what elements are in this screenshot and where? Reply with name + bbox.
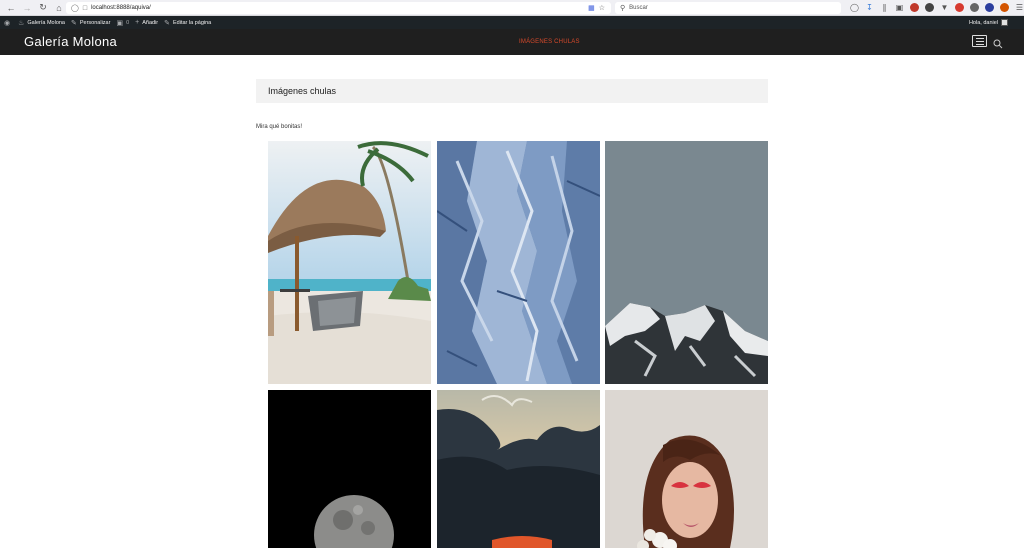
extension-red2-icon[interactable] [955, 3, 964, 12]
sidebar-icon[interactable]: ▣ [895, 3, 904, 12]
shield-icon: ◯ [71, 5, 79, 12]
wordpress-logo-icon[interactable]: ◉ [4, 19, 10, 27]
extension-v-icon[interactable]: ▼ [940, 3, 949, 12]
forward-icon[interactable]: → [20, 1, 34, 15]
bookmark-star-icon[interactable]: ☆ [599, 4, 605, 12]
admin-bar-comments[interactable]: ▣ 0 [116, 19, 129, 27]
admin-bar-edit-page[interactable]: ✎ Editar la página [164, 19, 211, 27]
search-icon[interactable] [993, 36, 1003, 49]
menu-toggle-button[interactable] [972, 35, 987, 47]
extension-red-icon[interactable] [910, 3, 919, 12]
reload-icon[interactable]: ↻ [36, 1, 50, 15]
back-icon[interactable]: ← [4, 1, 18, 15]
library-icon[interactable]: ∥ [880, 3, 889, 12]
search-icon: ⚲ [620, 5, 626, 12]
woman-portrait-image[interactable] [605, 390, 768, 548]
admin-site-name-label: Galería Molona [27, 19, 65, 26]
page-title: Imágenes chulas [268, 86, 337, 96]
browser-search-input[interactable]: ⚲ Buscar [615, 2, 841, 14]
admin-bar-account[interactable]: Hola, daniel [969, 19, 1008, 26]
snowy-mountain-image[interactable] [605, 141, 768, 384]
home-icon[interactable]: ⌂ [52, 1, 66, 15]
beach-umbrella-image[interactable] [268, 141, 431, 384]
brush-icon: ✎ [71, 19, 77, 27]
wp-admin-bar: ◉ ♨ Galería Molona ✎ Personalizar ▣ 0 + … [0, 16, 1024, 29]
admin-bar-customize[interactable]: ✎ Personalizar [71, 19, 110, 27]
browser-toolbar: ← → ↻ ⌂ ◯ □ localhost:8888/aquiva/ ▦ ☆ ⚲… [0, 0, 1024, 16]
admin-bar-add-new[interactable]: + Añadir [135, 19, 158, 26]
avatar [1001, 19, 1008, 26]
extension-orange-icon[interactable] [1000, 3, 1009, 12]
page-icon: □ [82, 4, 88, 12]
download-icon[interactable]: ↧ [865, 3, 874, 12]
url-bar[interactable]: ◯ □ localhost:8888/aquiva/ ▦ ☆ [66, 2, 611, 14]
greeting-label: Hola, daniel [968, 19, 998, 26]
pencil-icon: ✎ [164, 19, 171, 27]
comments-count: 0 [126, 19, 130, 26]
storm-clouds-sunset-image[interactable] [437, 390, 600, 548]
comment-icon: ▣ [116, 19, 124, 27]
extensions-toolbar: ◯ ↧ ∥ ▣ ▼ ☰ [850, 3, 1024, 12]
site-header: Galería Molona IMÁGENES CHULAS [0, 29, 1024, 55]
extension-dark-icon[interactable] [925, 3, 934, 12]
hamburger-menu-icon[interactable]: ☰ [1015, 3, 1024, 12]
plus-icon: + [135, 19, 140, 26]
blue-ice-texture-image[interactable] [437, 141, 600, 384]
dashboard-icon: ♨ [18, 19, 25, 27]
intro-text: Mira qué bonitas! [256, 124, 303, 130]
primary-menu-item[interactable]: IMÁGENES CHULAS [519, 39, 580, 45]
moon-image[interactable] [268, 390, 431, 548]
translate-icon[interactable]: ▦ [588, 4, 595, 12]
edit-page-label: Editar la página [173, 19, 212, 26]
pocket-icon[interactable]: ◯ [850, 3, 859, 12]
admin-bar-site-name[interactable]: ♨ Galería Molona [18, 19, 65, 27]
add-new-label: Añadir [142, 19, 159, 26]
url-text: localhost:8888/aquiva/ [91, 5, 151, 11]
page-title-box: Imágenes chulas [256, 79, 768, 103]
site-title[interactable]: Galería Molona [24, 34, 117, 49]
extension-gray-icon[interactable] [970, 3, 979, 12]
extension-blue-icon[interactable] [985, 3, 994, 12]
customize-label: Personalizar [79, 19, 111, 26]
search-placeholder: Buscar [629, 5, 648, 11]
